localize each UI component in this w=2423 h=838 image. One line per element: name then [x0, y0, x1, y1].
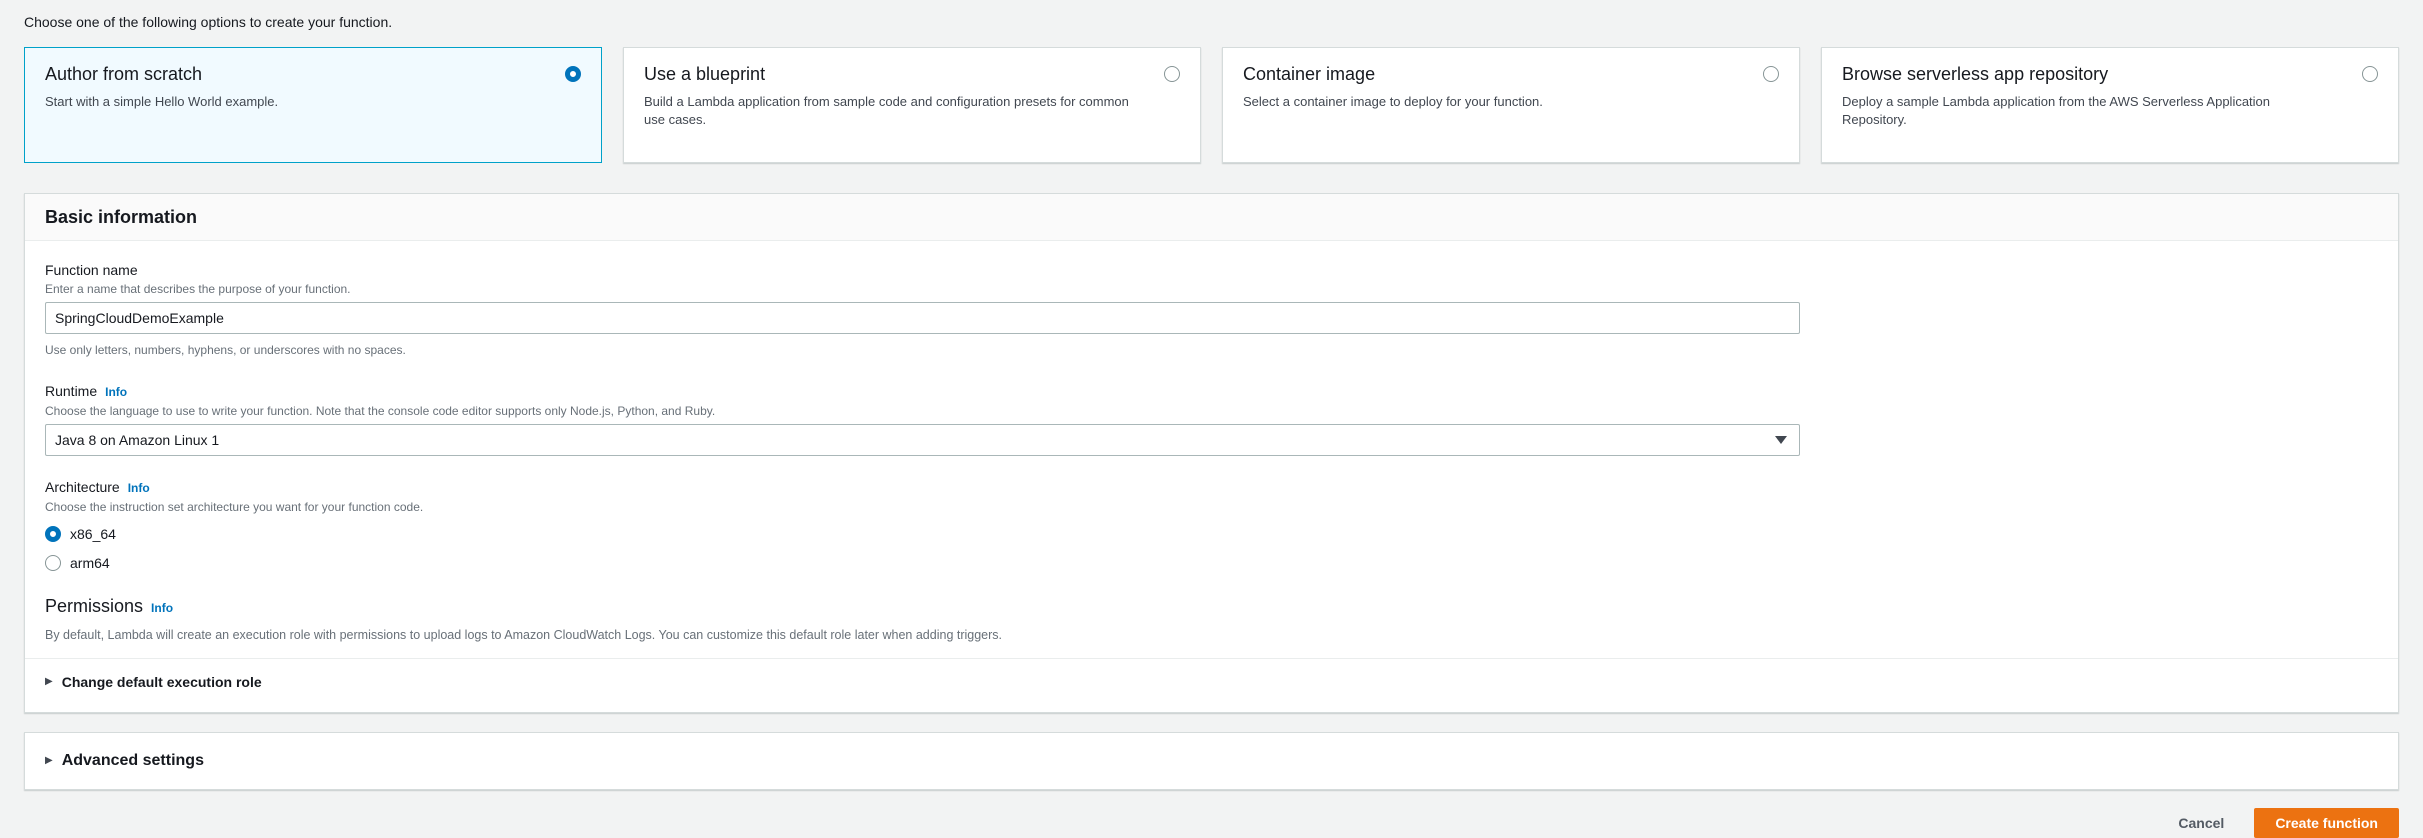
radio-unselected-icon[interactable]	[1763, 66, 1779, 82]
radio-selected-icon[interactable]	[45, 526, 61, 542]
form-actions: Cancel Create function	[24, 808, 2399, 838]
function-name-description: Enter a name that describes the purpose …	[45, 282, 351, 296]
chevron-down-icon	[1775, 436, 1787, 444]
caret-right-icon: ▶	[45, 755, 53, 766]
runtime-selected-value: Java 8 on Amazon Linux 1	[55, 432, 220, 448]
permissions-heading-row: Permissions Info	[45, 595, 2378, 619]
panel-title: Basic information	[25, 194, 2398, 241]
radio-x86-64[interactable]: x86_64	[45, 524, 2378, 544]
runtime-select[interactable]: Java 8 on Amazon Linux 1	[45, 424, 1800, 456]
radio-arm64[interactable]: arm64	[45, 553, 2378, 573]
caret-right-icon: ▶	[45, 676, 53, 687]
option-card-description: Deploy a sample Lambda application from …	[1842, 94, 2271, 127]
radio-selected-icon[interactable]	[565, 66, 581, 82]
permissions-description: By default, Lambda will create an execut…	[45, 628, 1003, 642]
runtime-label: Runtime	[45, 383, 98, 399]
architecture-description: Choose the instruction set architecture …	[45, 500, 424, 514]
radio-x86-64-label: x86_64	[70, 526, 116, 542]
runtime-description: Choose the language to use to write your…	[45, 404, 716, 418]
option-card-browse-serverless-app-repository[interactable]: Browse serverless app repository Deploy …	[1821, 47, 2399, 163]
permissions-info-link[interactable]: Info	[151, 601, 173, 615]
architecture-field: Architecture Info Choose the instruction …	[45, 478, 2378, 573]
radio-arm64-label: arm64	[70, 555, 110, 571]
radio-unselected-icon[interactable]	[45, 555, 61, 571]
option-card-description: Select a container image to deploy for y…	[1243, 94, 1543, 109]
function-name-label: Function name	[45, 262, 138, 278]
option-card-description: Build a Lambda application from sample c…	[644, 94, 1129, 127]
option-card-title: Container image	[1243, 64, 1376, 84]
architecture-label: Architecture	[45, 479, 120, 495]
option-card-use-a-blueprint[interactable]: Use a blueprint Build a Lambda applicati…	[623, 47, 1201, 163]
change-default-execution-role-expander[interactable]: ▶ Change default execution role	[45, 659, 2378, 694]
option-card-author-from-scratch[interactable]: Author from scratch Start with a simple …	[24, 47, 602, 163]
page-intro-text: Choose one of the following options to c…	[24, 14, 393, 30]
expander-label: Change default execution role	[61, 674, 262, 690]
runtime-info-link[interactable]: Info	[105, 385, 127, 399]
option-card-title: Use a blueprint	[644, 64, 766, 84]
permissions-heading: Permissions	[45, 596, 144, 616]
option-card-container-image[interactable]: Container image Select a container image…	[1222, 47, 1800, 163]
creation-option-cards: Author from scratch Start with a simple …	[24, 47, 2399, 163]
option-card-title: Browse serverless app repository	[1842, 64, 2109, 84]
option-card-description: Start with a simple Hello World example.	[45, 94, 279, 109]
option-card-title: Author from scratch	[45, 64, 203, 84]
cancel-button[interactable]: Cancel	[2178, 815, 2224, 831]
basic-information-panel: Basic information Function name Enter a …	[24, 193, 2399, 713]
create-function-button[interactable]: Create function	[2254, 808, 2399, 838]
radio-unselected-icon[interactable]	[1164, 66, 1180, 82]
architecture-info-link[interactable]: Info	[128, 481, 150, 495]
advanced-settings-panel: ▶ Advanced settings	[24, 732, 2399, 790]
expander-label: Advanced settings	[61, 752, 204, 769]
function-name-input[interactable]	[45, 302, 1800, 334]
function-name-field: Function name Enter a name that describe…	[45, 261, 2378, 358]
function-name-constraint: Use only letters, numbers, hyphens, or u…	[45, 343, 406, 357]
advanced-settings-expander[interactable]: ▶ Advanced settings	[45, 752, 2378, 770]
runtime-field: Runtime Info Choose the language to use t…	[45, 382, 2378, 456]
radio-unselected-icon[interactable]	[2362, 66, 2378, 82]
